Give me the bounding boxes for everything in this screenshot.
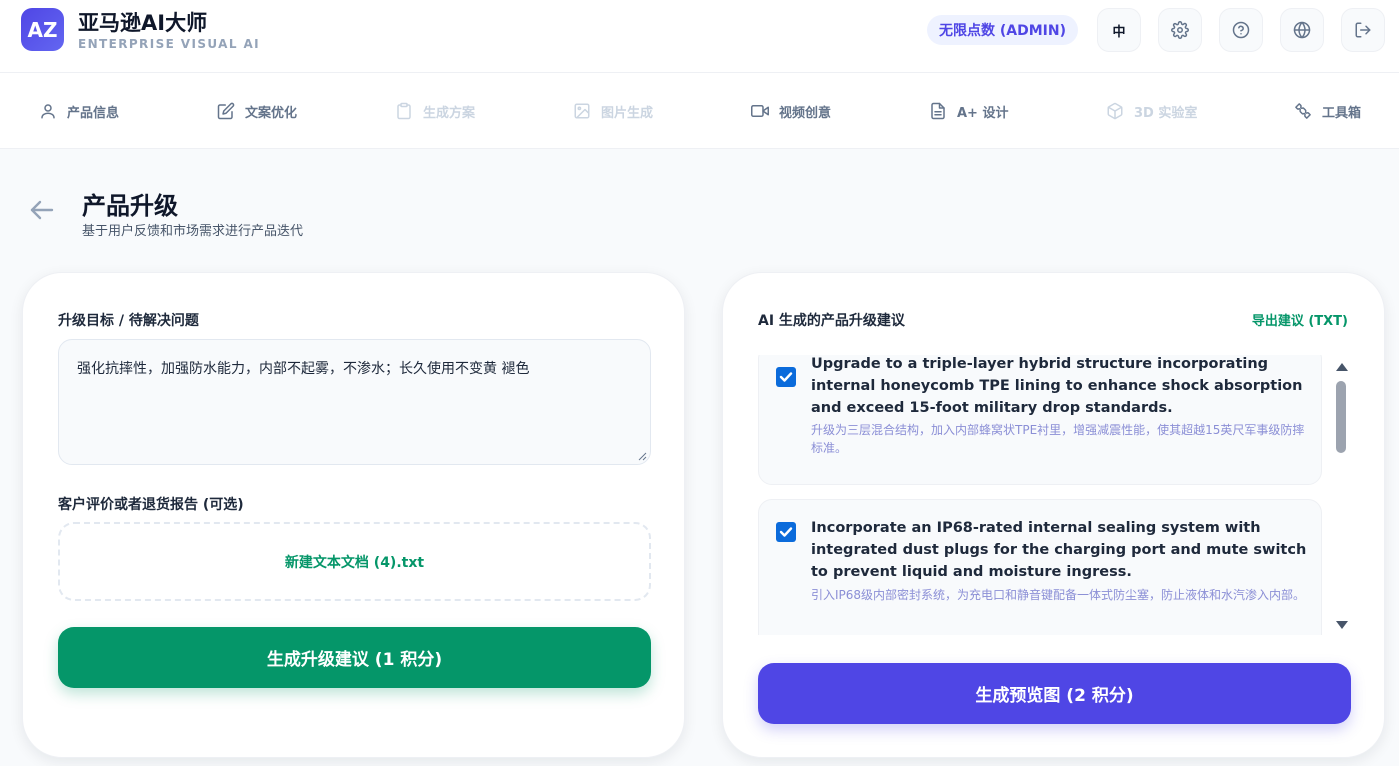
generate-preview-button[interactable]: 生成预览图 (2 积分) [758,663,1351,724]
page-subtitle: 基于用户反馈和市场需求进行产品迭代 [82,224,304,239]
tab-label: 图片生成 [601,105,654,121]
scrollbar-thumb[interactable] [1336,381,1346,453]
main-tab-bar: 产品信息 文案优化 生成方案 图片生成 视频创意 A+ 设计 3D 实验室 工具… [0,73,1399,149]
language-toggle-button[interactable]: 中 [1097,8,1141,52]
tab-image-generation[interactable]: 图片生成 [573,100,653,122]
back-arrow-icon[interactable] [29,198,55,222]
help-icon [1232,21,1250,39]
tab-label: 产品信息 [67,105,120,121]
suggestion-checkbox[interactable] [776,522,796,542]
tab-label: 工具箱 [1322,105,1362,121]
globe-icon [1293,21,1311,39]
tab-product-info[interactable]: 产品信息 [39,100,119,122]
tab-label: 生成方案 [423,105,476,121]
tab-aplus-design[interactable]: A+ 设计 [929,100,1008,122]
app-logo: AZ [21,8,64,51]
upgrade-input-panel: 升级目标 / 待解决问题 强化抗摔性，加强防水能力，内部不起雾，不渗水；长久使用… [22,272,685,758]
gear-icon [1171,21,1189,39]
suggestion-text-zh: 升级为三层混合结构，加入内部蜂窝状TPE衬里，增强减震性能，使其超越15英尺军事… [811,423,1305,455]
suggestion-text-en: Upgrade to a triple-layer hybrid structu… [811,356,1303,416]
settings-button[interactable] [1158,8,1202,52]
page-title: 产品升级 [82,192,178,220]
logout-button[interactable] [1341,8,1385,52]
image-icon [574,103,590,119]
resize-handle-icon[interactable] [638,452,647,461]
goal-label: 升级目标 / 待解决问题 [58,313,199,329]
scroll-down-arrow-icon[interactable] [1336,621,1348,629]
puzzle-icon [1295,103,1311,119]
suggestions-title: AI 生成的产品升级建议 [758,313,905,329]
app-subtitle: ENTERPRISE VISUAL AI [78,37,261,51]
reviews-label: 客户评价或者退货报告 (可选) [58,497,244,513]
clipboard-icon [397,102,411,120]
suggestion-text-en: Incorporate an IP68-rated internal seali… [811,520,1307,580]
app-title: 亚马逊AI大师 [78,11,208,35]
logout-icon [1355,22,1371,38]
tab-label: 3D 实验室 [1134,105,1198,121]
points-badge: 无限点数 (ADMIN) [927,15,1078,45]
tab-label: A+ 设计 [957,105,1009,121]
top-header: AZ 亚马逊AI大师 ENTERPRISE VISUAL AI 无限点数 (AD… [0,0,1399,73]
upgrade-goal-textarea[interactable]: 强化抗摔性，加强防水能力，内部不起雾，不渗水；长久使用不变黄 褪色 [58,339,651,465]
suggestions-list[interactable]: Upgrade to a triple-layer hybrid structu… [758,355,1323,635]
scroll-up-arrow-icon[interactable] [1336,363,1348,371]
document-icon [931,102,945,120]
tab-3d-lab[interactable]: 3D 实验室 [1106,100,1197,122]
generate-suggestions-button[interactable]: 生成升级建议 (1 积分) [58,627,651,688]
suggestions-panel: AI 生成的产品升级建议 导出建议 (TXT) Upgrade to a tri… [722,272,1385,758]
cube-icon [1107,102,1123,120]
suggestion-item: Upgrade to a triple-layer hybrid structu… [758,355,1322,485]
check-icon [779,527,793,537]
export-suggestions-link[interactable]: 导出建议 (TXT) [1252,310,1348,329]
suggestion-text-zh: 引入IP68级内部密封系统，为充电口和静音键配备一体式防尘塞，防止液体和水汽渗入… [811,588,1306,602]
help-button[interactable] [1219,8,1263,52]
upgrade-goal-value: 强化抗摔性，加强防水能力，内部不起雾，不渗水；长久使用不变黄 褪色 [77,361,530,377]
tab-copy-optimization[interactable]: 文案优化 [217,100,297,122]
uploaded-file-name: 新建文本文档 (4).txt [284,554,425,571]
user-icon [41,104,55,119]
video-icon [751,105,769,117]
tab-label: 视频创意 [779,105,832,121]
suggestions-scrollbar[interactable] [1335,363,1349,633]
tab-label: 文案优化 [245,105,298,121]
suggestion-checkbox[interactable] [776,367,796,387]
tab-video-creative[interactable]: 视频创意 [751,100,831,122]
file-upload-dropzone[interactable]: 新建文本文档 (4).txt [58,522,651,601]
check-icon [779,372,793,382]
tab-generate-plan[interactable]: 生成方案 [395,100,475,122]
globe-button[interactable] [1280,8,1324,52]
tab-toolbox[interactable]: 工具箱 [1294,100,1361,122]
suggestion-item: Incorporate an IP68-rated internal seali… [758,499,1322,635]
edit-icon [217,102,235,120]
